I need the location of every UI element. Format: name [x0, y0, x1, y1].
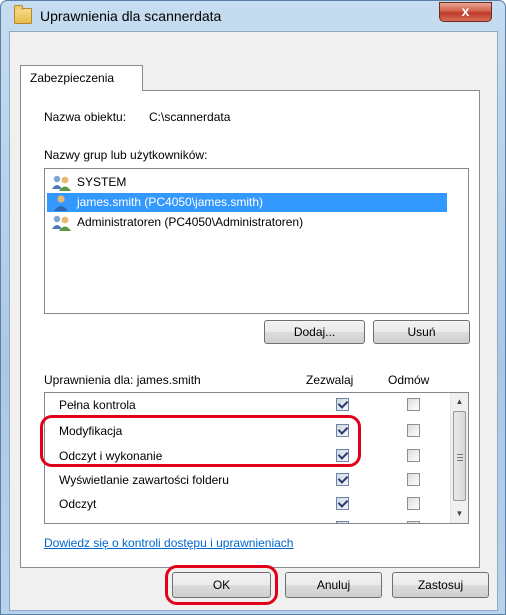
- deny-checkbox[interactable]: [407, 449, 420, 462]
- help-link[interactable]: Dowiedz się o kontroli dostępu i uprawni…: [44, 536, 293, 550]
- list-item-system[interactable]: SYSTEM: [47, 173, 126, 192]
- deny-checkbox[interactable]: [407, 473, 420, 486]
- highlight-ok-button: [165, 565, 278, 605]
- deny-checkbox[interactable]: [407, 398, 420, 411]
- apply-button[interactable]: Zastosuj: [392, 572, 489, 598]
- list-item-label: Administratoren (PC4050\Administratoren): [77, 215, 304, 229]
- permissions-scrollbar[interactable]: ▲ ▼: [450, 393, 468, 523]
- folder-icon: [14, 5, 32, 24]
- allow-checkbox[interactable]: [336, 398, 349, 411]
- deny-column-header: Odmów: [388, 373, 430, 387]
- grip-line: [457, 454, 463, 455]
- group-icon: [52, 215, 71, 231]
- allow-checkbox[interactable]: [336, 497, 349, 510]
- allow-checkbox[interactable]: [336, 473, 349, 486]
- scroll-thumb[interactable]: [453, 411, 466, 501]
- permission-name: Wyświetlanie zawartości folderu: [59, 473, 229, 487]
- permissions-label: Uprawnienia dla: james.smith: [44, 373, 201, 387]
- cancel-button[interactable]: Anuluj: [285, 572, 382, 598]
- allow-checkbox[interactable]: [336, 521, 349, 523]
- list-item-label: SYSTEM: [77, 175, 127, 189]
- deny-checkbox[interactable]: [407, 424, 420, 437]
- list-item-james-smith[interactable]: james.smith (PC4050\james.smith): [47, 193, 447, 212]
- close-button[interactable]: x: [439, 2, 492, 22]
- object-name-label: Nazwa obiektu:: [44, 110, 127, 124]
- allow-column-header: Zezwalaj: [306, 373, 354, 387]
- grip-line: [457, 460, 463, 461]
- users-listbox[interactable]: SYSTEM james.smith (PC4050\james.smith) …: [44, 168, 469, 314]
- permission-row: Odczyt: [45, 493, 445, 517]
- list-item-administratoren[interactable]: Administratoren (PC4050\Administratoren): [47, 213, 303, 232]
- deny-checkbox[interactable]: [407, 521, 420, 523]
- highlight-permissions-box: [40, 415, 361, 467]
- permission-row: Wyświetlanie zawartości folderu: [45, 469, 445, 493]
- permission-name: Odczyt: [59, 497, 97, 511]
- user-icon: [54, 195, 68, 211]
- scroll-up-icon[interactable]: ▲: [451, 393, 468, 410]
- object-name-value: C:\scannerdata: [149, 110, 231, 124]
- deny-checkbox[interactable]: [407, 497, 420, 510]
- add-button[interactable]: Dodaj...: [264, 320, 365, 344]
- tab-zabezpieczenia[interactable]: Zabezpieczenia: [20, 65, 143, 91]
- remove-button[interactable]: Usuń: [373, 320, 470, 344]
- title-bar[interactable]: Uprawnienia dla scannerdata x: [1, 1, 505, 31]
- list-item-label: james.smith (PC4050\james.smith): [77, 195, 264, 209]
- window-title: Uprawnienia dla scannerdata: [40, 8, 222, 24]
- group-icon: [52, 175, 71, 191]
- permission-name: Pełna kontrola: [59, 398, 136, 412]
- grip-line: [457, 457, 463, 458]
- groups-label: Nazwy grup lub użytkowników:: [44, 148, 208, 162]
- permission-row-partial: [45, 517, 445, 523]
- scroll-down-icon[interactable]: ▼: [451, 505, 468, 522]
